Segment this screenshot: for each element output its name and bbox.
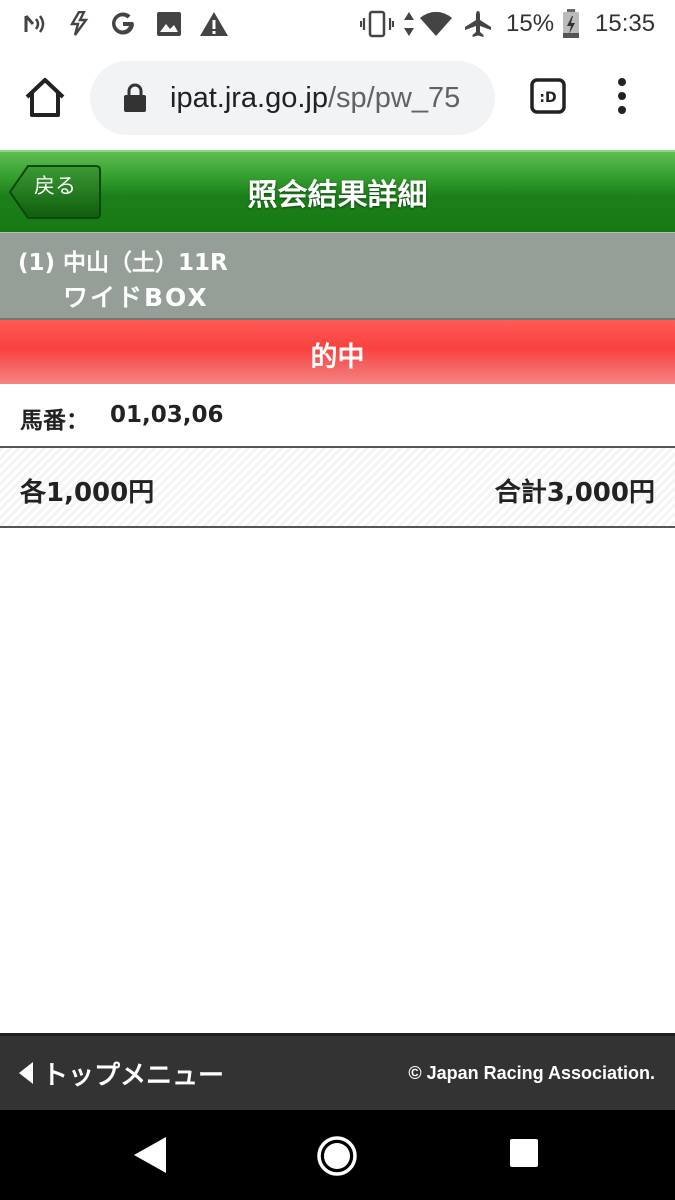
wifi-icon bbox=[419, 8, 453, 40]
top-menu-label: トップメニュー bbox=[42, 1060, 225, 1091]
home-button[interactable] bbox=[22, 75, 68, 121]
bolt-hand-icon bbox=[66, 8, 92, 40]
horse-numbers-value: 01,03,06 bbox=[110, 402, 224, 428]
horse-numbers-row: 馬番： 01,03,06 bbox=[0, 384, 675, 448]
nav-back-icon bbox=[134, 1137, 166, 1173]
nav-home-button[interactable] bbox=[316, 1135, 357, 1176]
url-host: ipat.jra.go.jp bbox=[170, 82, 328, 114]
battery-charging-icon bbox=[561, 8, 581, 40]
more-vert-icon bbox=[618, 78, 626, 114]
race-name: (1) 中山（土）11R bbox=[18, 250, 228, 276]
airplane-icon bbox=[463, 8, 493, 40]
nav-recents-button[interactable] bbox=[506, 1135, 546, 1175]
battery-percent: 15% bbox=[506, 10, 555, 37]
result-label: 的中 bbox=[310, 342, 365, 373]
warning-icon bbox=[199, 8, 229, 40]
tab-switcher-label: :D bbox=[539, 90, 556, 106]
status-bar: 15% 15:35 bbox=[0, 0, 675, 48]
image-icon bbox=[155, 8, 183, 40]
tab-switcher-icon: :D bbox=[530, 78, 566, 114]
browser-menu-button[interactable] bbox=[608, 76, 636, 116]
nav-home-icon bbox=[317, 1136, 357, 1176]
page-header: 戻る 照会結果詳細 bbox=[0, 150, 675, 232]
data-arrows-icon bbox=[402, 8, 416, 40]
amount-row: 各1,000円 合計3,000円 bbox=[0, 448, 675, 528]
nav-back-button[interactable] bbox=[132, 1135, 172, 1175]
page-title: 照会結果詳細 bbox=[247, 178, 428, 213]
triangle-left-icon bbox=[19, 1062, 33, 1084]
vibrate-icon bbox=[360, 8, 394, 40]
system-nav-bar bbox=[0, 1110, 675, 1200]
home-icon bbox=[25, 78, 65, 117]
horse-numbers-label: 馬番： bbox=[20, 408, 89, 434]
tab-switcher-button[interactable]: :D bbox=[530, 78, 566, 114]
browser-toolbar: ipat.jra.go.jp/sp/pw_75 :D bbox=[0, 48, 675, 150]
nav-recents-icon bbox=[510, 1139, 538, 1167]
screen: 15% 15:35 ipat.jra.go.jp/sp/pw_75 :D 戻る bbox=[0, 0, 675, 1200]
clock: 15:35 bbox=[595, 10, 656, 37]
url-path: /sp/pw_75 bbox=[328, 82, 461, 114]
each-amount: 各1,000円 bbox=[20, 478, 155, 508]
lock-icon bbox=[124, 83, 146, 112]
total-amount: 合計3,000円 bbox=[494, 478, 655, 508]
url-text: ipat.jra.go.jp/sp/pw_75 bbox=[170, 79, 480, 117]
bet-type: ワイドBOX bbox=[63, 283, 209, 312]
nfc-icon bbox=[22, 8, 46, 40]
result-banner: 的中 bbox=[0, 320, 675, 384]
footer: トップメニュー © Japan Racing Association. bbox=[0, 1033, 675, 1110]
google-icon bbox=[109, 8, 137, 40]
top-menu-link[interactable]: トップメニュー bbox=[18, 1056, 225, 1091]
url-bar[interactable]: ipat.jra.go.jp/sp/pw_75 bbox=[90, 61, 495, 135]
race-info: (1) 中山（土）11R ワイドBOX bbox=[0, 232, 675, 320]
copyright: © Japan Racing Association. bbox=[408, 1063, 655, 1083]
